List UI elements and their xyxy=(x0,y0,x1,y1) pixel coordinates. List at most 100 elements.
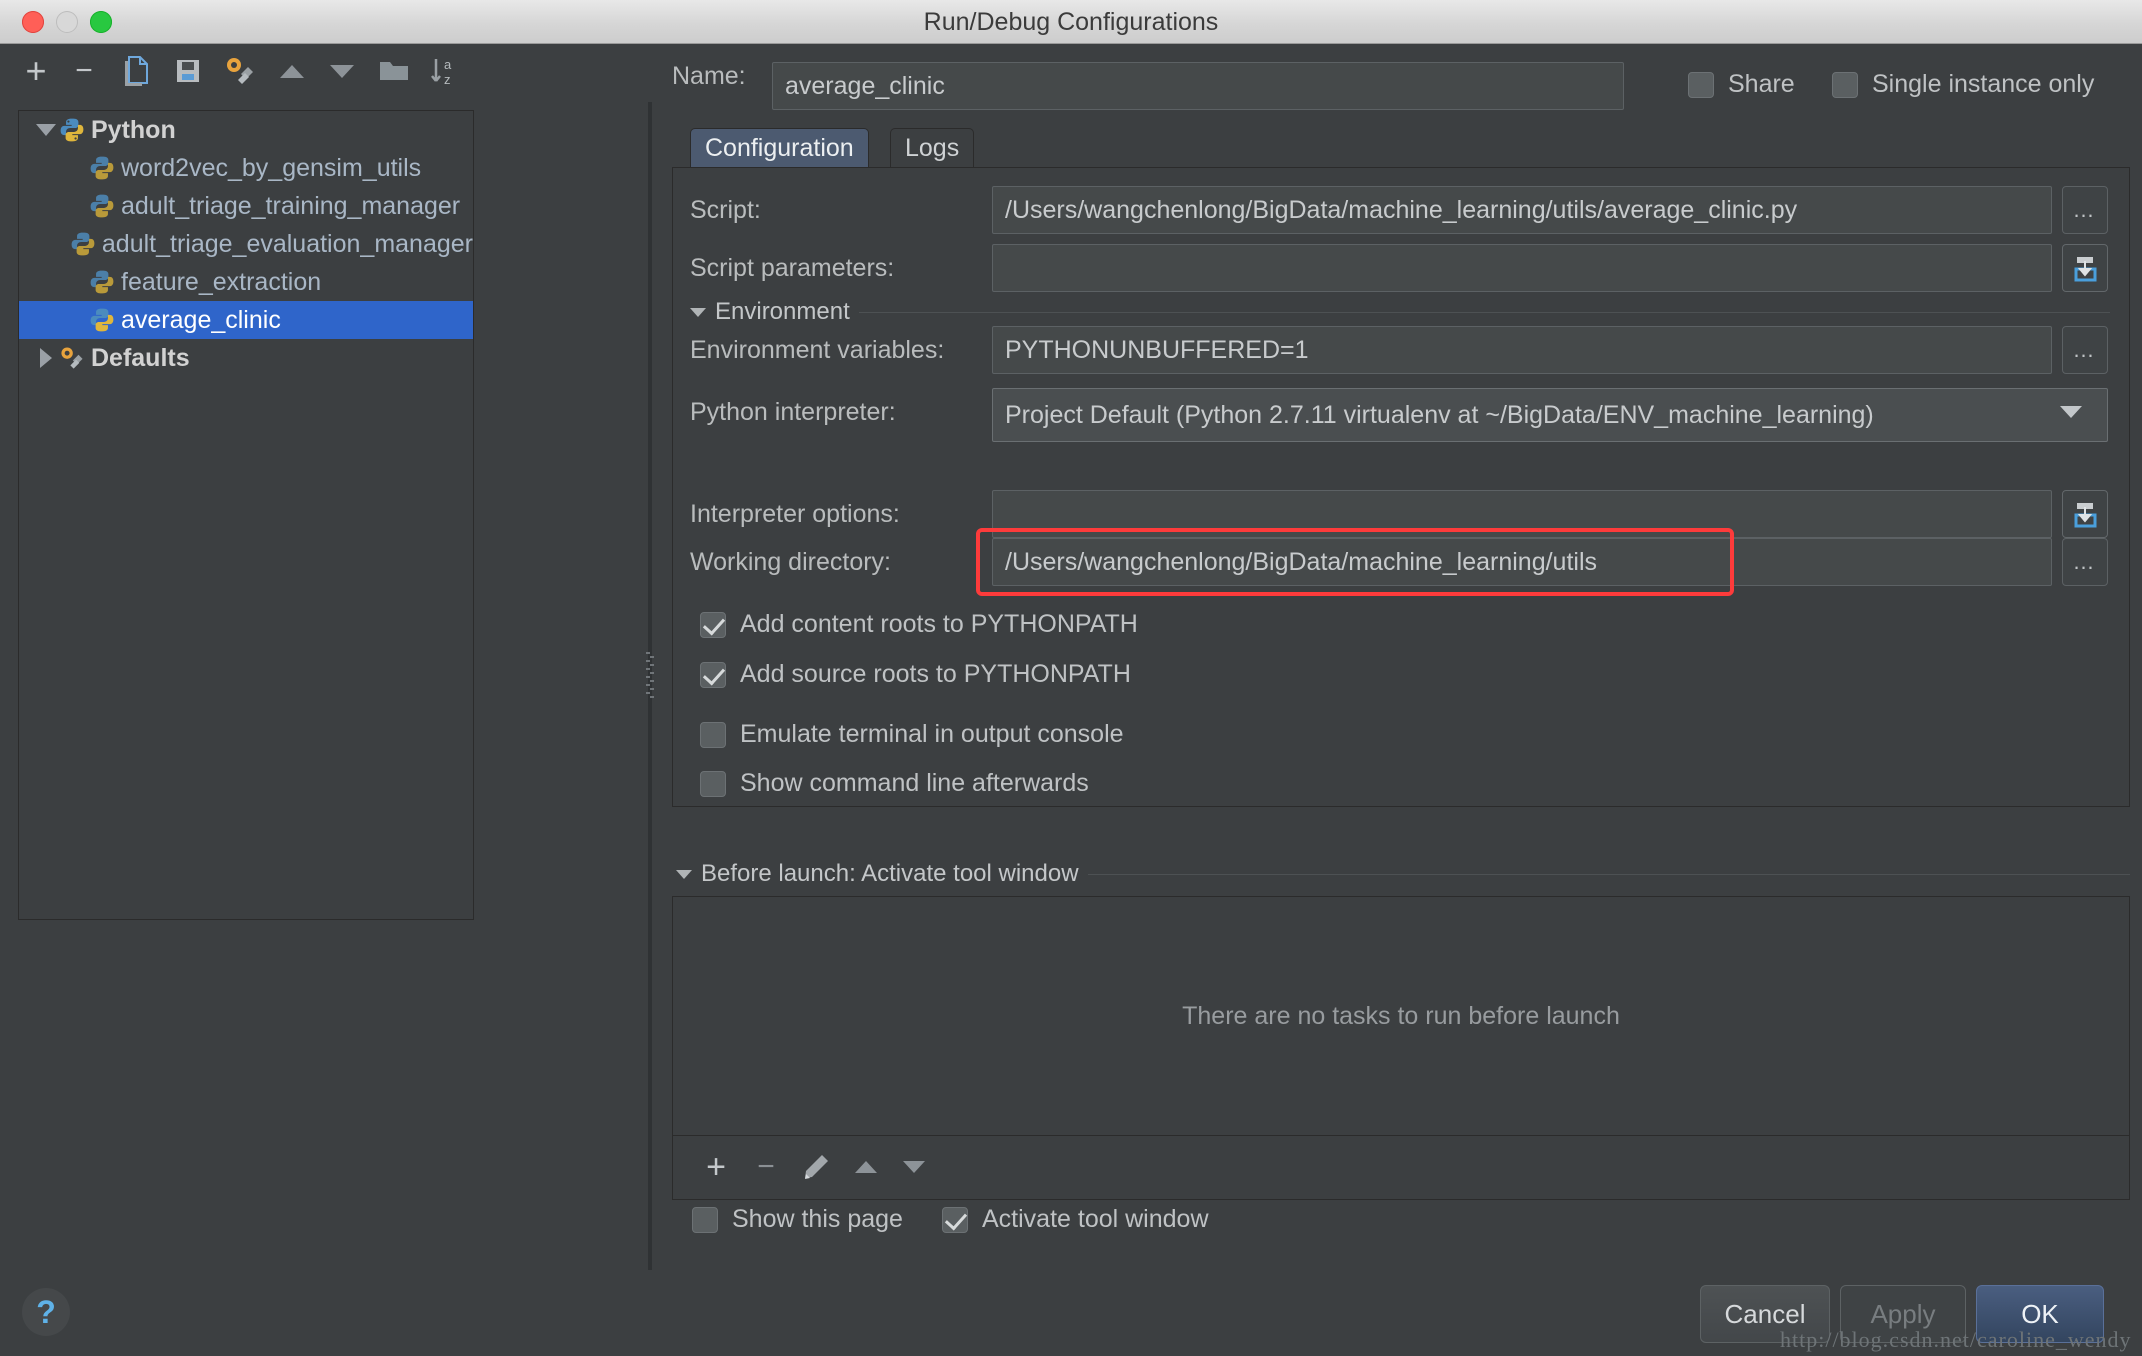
tree-item-adult-triage-evaluation-manager[interactable]: adult_triage_evaluation_manager xyxy=(19,225,473,263)
move-down-button[interactable] xyxy=(322,52,362,90)
wrench-icon xyxy=(61,347,83,369)
sort-configurations-button[interactable]: a z xyxy=(424,52,464,90)
window-title: Run/Debug Configurations xyxy=(923,8,1219,36)
move-up-button[interactable] xyxy=(272,52,312,90)
python-interpreter-select[interactable]: Project Default (Python 2.7.11 virtualen… xyxy=(992,388,2108,442)
tree-item-adult-triage-training-manager[interactable]: adult_triage_training_manager xyxy=(19,187,473,225)
before-launch-edit-button[interactable] xyxy=(795,1146,837,1188)
working-directory-value: /Users/wangchenlong/BigData/machine_lear… xyxy=(1005,547,1598,576)
save-icon xyxy=(177,60,199,82)
copy-icon xyxy=(125,56,148,86)
single-instance-checkbox-row[interactable]: Single instance only xyxy=(1832,70,2094,99)
show-this-page-checkbox[interactable] xyxy=(692,1206,718,1233)
section-divider xyxy=(1087,873,2130,875)
activate-tool-window-row[interactable]: Activate tool window xyxy=(942,1205,1209,1234)
share-checkbox-row[interactable]: Share xyxy=(1688,70,1795,99)
before-launch-section-label: Before launch: Activate tool window xyxy=(701,860,1079,887)
splitter-grip[interactable] xyxy=(646,652,654,698)
add-content-roots-row[interactable]: Add content roots to PYTHONPATH xyxy=(700,610,1138,639)
run-debug-configurations-dialog: Run/Debug Configurations + − a z Python … xyxy=(0,0,2142,1356)
tab-configuration[interactable]: Configuration xyxy=(690,128,869,168)
tree-group-python[interactable]: Python xyxy=(19,111,473,149)
activate-tool-window-checkbox[interactable] xyxy=(942,1206,968,1233)
python-icon xyxy=(90,270,114,294)
share-checkbox[interactable] xyxy=(1688,71,1714,98)
show-command-line-label: Show command line afterwards xyxy=(740,769,1089,797)
expand-collapse-toggle[interactable] xyxy=(33,348,59,368)
before-launch-toolbar: + − xyxy=(672,1136,2130,1200)
show-command-line-row[interactable]: Show command line afterwards xyxy=(700,769,1089,798)
show-this-page-label: Show this page xyxy=(732,1205,903,1233)
emulate-terminal-row[interactable]: Emulate terminal in output console xyxy=(700,720,1124,749)
script-label: Script: xyxy=(690,196,761,224)
working-directory-label: Working directory: xyxy=(690,548,891,576)
script-input[interactable]: /Users/wangchenlong/BigData/machine_lear… xyxy=(992,186,2052,234)
single-instance-checkbox[interactable] xyxy=(1832,71,1858,98)
name-input[interactable]: average_clinic xyxy=(772,62,1624,110)
minus-icon: − xyxy=(757,1150,775,1183)
tree-item-label: feature_extraction xyxy=(121,267,322,296)
help-button[interactable]: ? xyxy=(22,1288,70,1336)
ellipsis-icon: … xyxy=(2072,337,2098,362)
tab-logs[interactable]: Logs xyxy=(890,128,975,168)
python-interpreter-value: Project Default (Python 2.7.11 virtualen… xyxy=(1005,400,1874,429)
before-launch-section-header[interactable]: Before launch: Activate tool window xyxy=(676,860,2130,888)
emulate-terminal-checkbox[interactable] xyxy=(700,721,726,748)
before-launch-empty-message: There are no tasks to run before launch xyxy=(1182,1001,1620,1030)
add-source-roots-row[interactable]: Add source roots to PYTHONPATH xyxy=(700,660,1131,689)
tree-group-label: Defaults xyxy=(91,343,190,372)
environment-variables-browse-button[interactable]: … xyxy=(2062,326,2108,374)
configurations-tree[interactable]: Python word2vec_by_gensim_utils adult_tr… xyxy=(18,110,474,920)
environment-section-header[interactable]: Environment xyxy=(690,298,2110,326)
working-directory-input[interactable]: /Users/wangchenlong/BigData/machine_lear… xyxy=(992,538,2052,586)
before-launch-move-down-button[interactable] xyxy=(893,1146,935,1188)
expand-field-icon xyxy=(2074,503,2097,528)
chevron-down-icon xyxy=(2060,406,2082,418)
before-launch-move-up-button[interactable] xyxy=(845,1146,887,1188)
question-mark-icon: ? xyxy=(36,1293,56,1330)
script-input-value: /Users/wangchenlong/BigData/machine_lear… xyxy=(1005,195,1798,224)
before-launch-add-button[interactable]: + xyxy=(695,1146,737,1188)
python-icon xyxy=(90,308,114,332)
expand-field-icon xyxy=(2074,257,2097,282)
interpreter-dropdown-arrow[interactable] xyxy=(2060,406,2082,418)
configurations-toolbar: + − a z xyxy=(0,44,650,98)
tree-item-label: word2vec_by_gensim_utils xyxy=(121,153,422,182)
name-label-wrap: Name: xyxy=(672,62,746,91)
before-launch-remove-button[interactable]: − xyxy=(745,1146,787,1188)
interpreter-options-expand-button[interactable] xyxy=(2062,490,2108,538)
show-this-page-row[interactable]: Show this page xyxy=(692,1205,903,1234)
copy-configuration-button[interactable] xyxy=(116,52,156,90)
tree-item-feature-extraction[interactable]: feature_extraction xyxy=(19,263,473,301)
name-label: Name: xyxy=(672,62,746,90)
script-parameters-expand-button[interactable] xyxy=(2062,244,2108,292)
python-interpreter-label: Python interpreter: xyxy=(690,398,896,426)
save-configuration-button[interactable] xyxy=(168,52,208,90)
show-command-line-checkbox[interactable] xyxy=(700,770,726,797)
add-source-roots-label: Add source roots to PYTHONPATH xyxy=(740,660,1131,688)
tree-item-word2vec-by-gensim-utils[interactable]: word2vec_by_gensim_utils xyxy=(19,149,473,187)
new-folder-button[interactable] xyxy=(374,52,414,90)
watermark-text: http://blog.csdn.net/caroline_wendy xyxy=(1780,1327,2132,1352)
move-down-icon xyxy=(903,1161,925,1173)
before-launch-task-list[interactable]: There are no tasks to run before launch xyxy=(672,896,2130,1136)
interpreter-options-input[interactable] xyxy=(992,490,2052,538)
add-content-roots-checkbox[interactable] xyxy=(700,611,726,638)
tree-item-average-clinic[interactable]: average_clinic xyxy=(19,301,473,339)
script-parameters-label: Script parameters: xyxy=(690,254,895,282)
activate-tool-window-label: Activate tool window xyxy=(982,1205,1209,1233)
add-source-roots-checkbox[interactable] xyxy=(700,661,726,688)
remove-configuration-button[interactable]: − xyxy=(64,52,104,90)
window-titlebar: Run/Debug Configurations xyxy=(0,0,2142,44)
add-content-roots-label: Add content roots to PYTHONPATH xyxy=(740,610,1138,638)
add-configuration-button[interactable]: + xyxy=(16,52,56,90)
script-parameters-input[interactable] xyxy=(992,244,2052,292)
working-directory-browse-button[interactable]: … xyxy=(2062,538,2108,586)
expand-collapse-toggle[interactable] xyxy=(33,124,59,136)
minus-icon: − xyxy=(75,54,93,87)
script-browse-button[interactable]: … xyxy=(2062,186,2108,234)
environment-variables-input[interactable]: PYTHONUNBUFFERED=1 xyxy=(992,326,2052,374)
edit-defaults-button[interactable] xyxy=(220,52,260,90)
tree-group-defaults[interactable]: Defaults xyxy=(19,339,473,377)
single-instance-label: Single instance only xyxy=(1872,70,2095,98)
